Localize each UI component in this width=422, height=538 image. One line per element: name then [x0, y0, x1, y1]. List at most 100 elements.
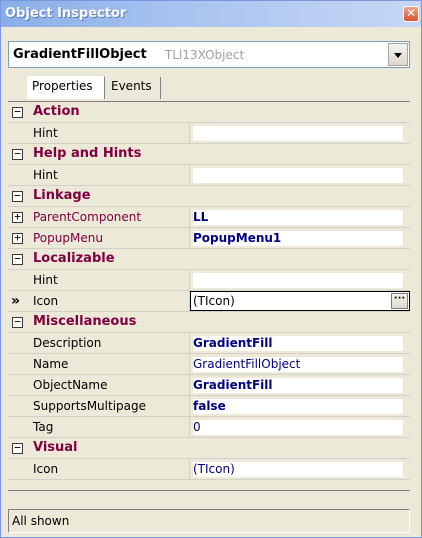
property-row[interactable]: Description GradientFill [8, 333, 410, 354]
category-label: Help and Hints [33, 146, 142, 161]
column-divider[interactable] [189, 417, 190, 437]
property-value[interactable]: PopupMenu1 [193, 231, 403, 246]
row-gutter [8, 396, 32, 416]
column-divider[interactable] [189, 165, 190, 185]
object-selector-combo[interactable]: GradientFillObject TLl13XObject [8, 41, 410, 68]
property-value[interactable]: GradientFill [193, 378, 403, 393]
title-bar[interactable]: Object Inspector ✕ [1, 1, 421, 27]
collapse-icon[interactable]: − [12, 316, 23, 328]
tab-events[interactable]: Events [107, 77, 161, 99]
property-row[interactable]: Hint [8, 270, 410, 291]
category-label: Linkage [33, 188, 91, 203]
object-inspector-window: Object Inspector ✕ GradientFillObject TL… [0, 0, 422, 538]
category-row[interactable]: − Localizable [8, 249, 410, 270]
property-name: Hint [33, 168, 58, 182]
row-gutter [8, 354, 32, 374]
window-title: Object Inspector [5, 6, 127, 21]
chevron-down-icon [394, 53, 402, 58]
property-value[interactable] [193, 273, 403, 288]
property-row[interactable]: + ParentComponent LL [8, 207, 410, 228]
current-row-marker-icon: » [11, 293, 21, 309]
dropdown-button[interactable] [388, 43, 408, 66]
property-value[interactable] [193, 126, 403, 141]
row-gutter: + [8, 228, 32, 248]
category-row[interactable]: − Action [8, 102, 410, 123]
property-row[interactable]: + PopupMenu PopupMenu1 [8, 228, 410, 249]
row-gutter [8, 165, 32, 185]
property-value[interactable] [193, 168, 403, 183]
row-gutter [8, 417, 32, 437]
row-gutter [8, 270, 32, 290]
expand-icon[interactable]: + [12, 211, 23, 223]
property-name: PopupMenu [33, 231, 103, 245]
property-grid: − Action Hint − Help and Hints Hint − Linkage + P… [8, 101, 410, 490]
property-row[interactable]: ObjectName GradientFill [8, 375, 410, 396]
property-value[interactable]: (TIcon) [193, 462, 403, 477]
category-label: Visual [33, 440, 78, 455]
property-value[interactable]: 0 [193, 420, 403, 435]
column-divider[interactable] [189, 375, 190, 395]
property-name: Name [33, 357, 69, 371]
property-value[interactable]: GradientFill [193, 336, 403, 351]
row-gutter: − [8, 186, 32, 206]
property-name: Hint [33, 273, 58, 287]
property-name: Icon [33, 462, 59, 476]
row-gutter [8, 333, 32, 353]
column-divider[interactable] [189, 396, 190, 416]
expand-icon[interactable]: + [12, 232, 23, 244]
row-gutter: − [8, 438, 32, 458]
status-bar: All shown [8, 509, 410, 533]
grid-empty-area [8, 490, 410, 509]
column-divider[interactable] [189, 270, 190, 290]
column-divider[interactable] [189, 123, 190, 143]
collapse-icon[interactable]: − [12, 442, 23, 454]
selected-object-name: GradientFillObject [13, 47, 147, 62]
row-gutter: » [8, 291, 32, 311]
property-name: ObjectName [33, 378, 108, 392]
property-row[interactable]: Tag 0 [8, 417, 410, 438]
property-row[interactable]: Name GradientFillObject [8, 354, 410, 375]
close-icon[interactable]: ✕ [403, 6, 419, 22]
status-text: All shown [12, 514, 70, 528]
row-gutter: − [8, 312, 32, 332]
category-label: Miscellaneous [33, 314, 137, 329]
property-name: Hint [33, 126, 58, 140]
category-row[interactable]: − Help and Hints [8, 144, 410, 165]
collapse-icon[interactable]: − [12, 148, 23, 160]
property-row[interactable]: Hint [8, 123, 410, 144]
column-divider[interactable] [189, 333, 190, 353]
property-name: ParentComponent [33, 210, 142, 224]
property-row[interactable]: SupportsMultipage false [8, 396, 410, 417]
property-row[interactable]: » Icon (TIcon) ··· [8, 291, 410, 312]
property-name: Icon [33, 294, 59, 308]
property-value[interactable]: LL [193, 210, 403, 225]
category-row[interactable]: − Visual [8, 438, 410, 459]
selected-object-class: TLl13XObject [165, 48, 245, 62]
row-gutter: − [8, 102, 32, 122]
collapse-icon[interactable]: − [12, 106, 23, 118]
column-divider[interactable] [189, 354, 190, 374]
column-divider[interactable] [189, 207, 190, 227]
row-gutter [8, 459, 32, 479]
property-value[interactable]: GradientFillObject [193, 357, 403, 372]
property-row[interactable]: Hint [8, 165, 410, 186]
row-gutter [8, 123, 32, 143]
tab-properties[interactable]: Properties [27, 76, 105, 99]
category-row[interactable]: − Linkage [8, 186, 410, 207]
row-gutter [8, 375, 32, 395]
ellipsis-button[interactable]: ··· [391, 293, 408, 309]
column-divider[interactable] [189, 228, 190, 248]
property-name: SupportsMultipage [33, 399, 146, 413]
property-row[interactable]: Icon (TIcon) [8, 459, 410, 480]
property-name: Description [33, 336, 102, 350]
row-gutter: − [8, 249, 32, 269]
property-value[interactable]: (TIcon) [193, 294, 403, 309]
column-divider[interactable] [189, 459, 190, 479]
row-gutter: − [8, 144, 32, 164]
property-name: Tag [33, 420, 54, 434]
category-row[interactable]: − Miscellaneous [8, 312, 410, 333]
property-value[interactable]: false [193, 399, 403, 414]
collapse-icon[interactable]: − [12, 190, 23, 202]
collapse-icon[interactable]: − [12, 253, 23, 265]
row-gutter: + [8, 207, 32, 227]
